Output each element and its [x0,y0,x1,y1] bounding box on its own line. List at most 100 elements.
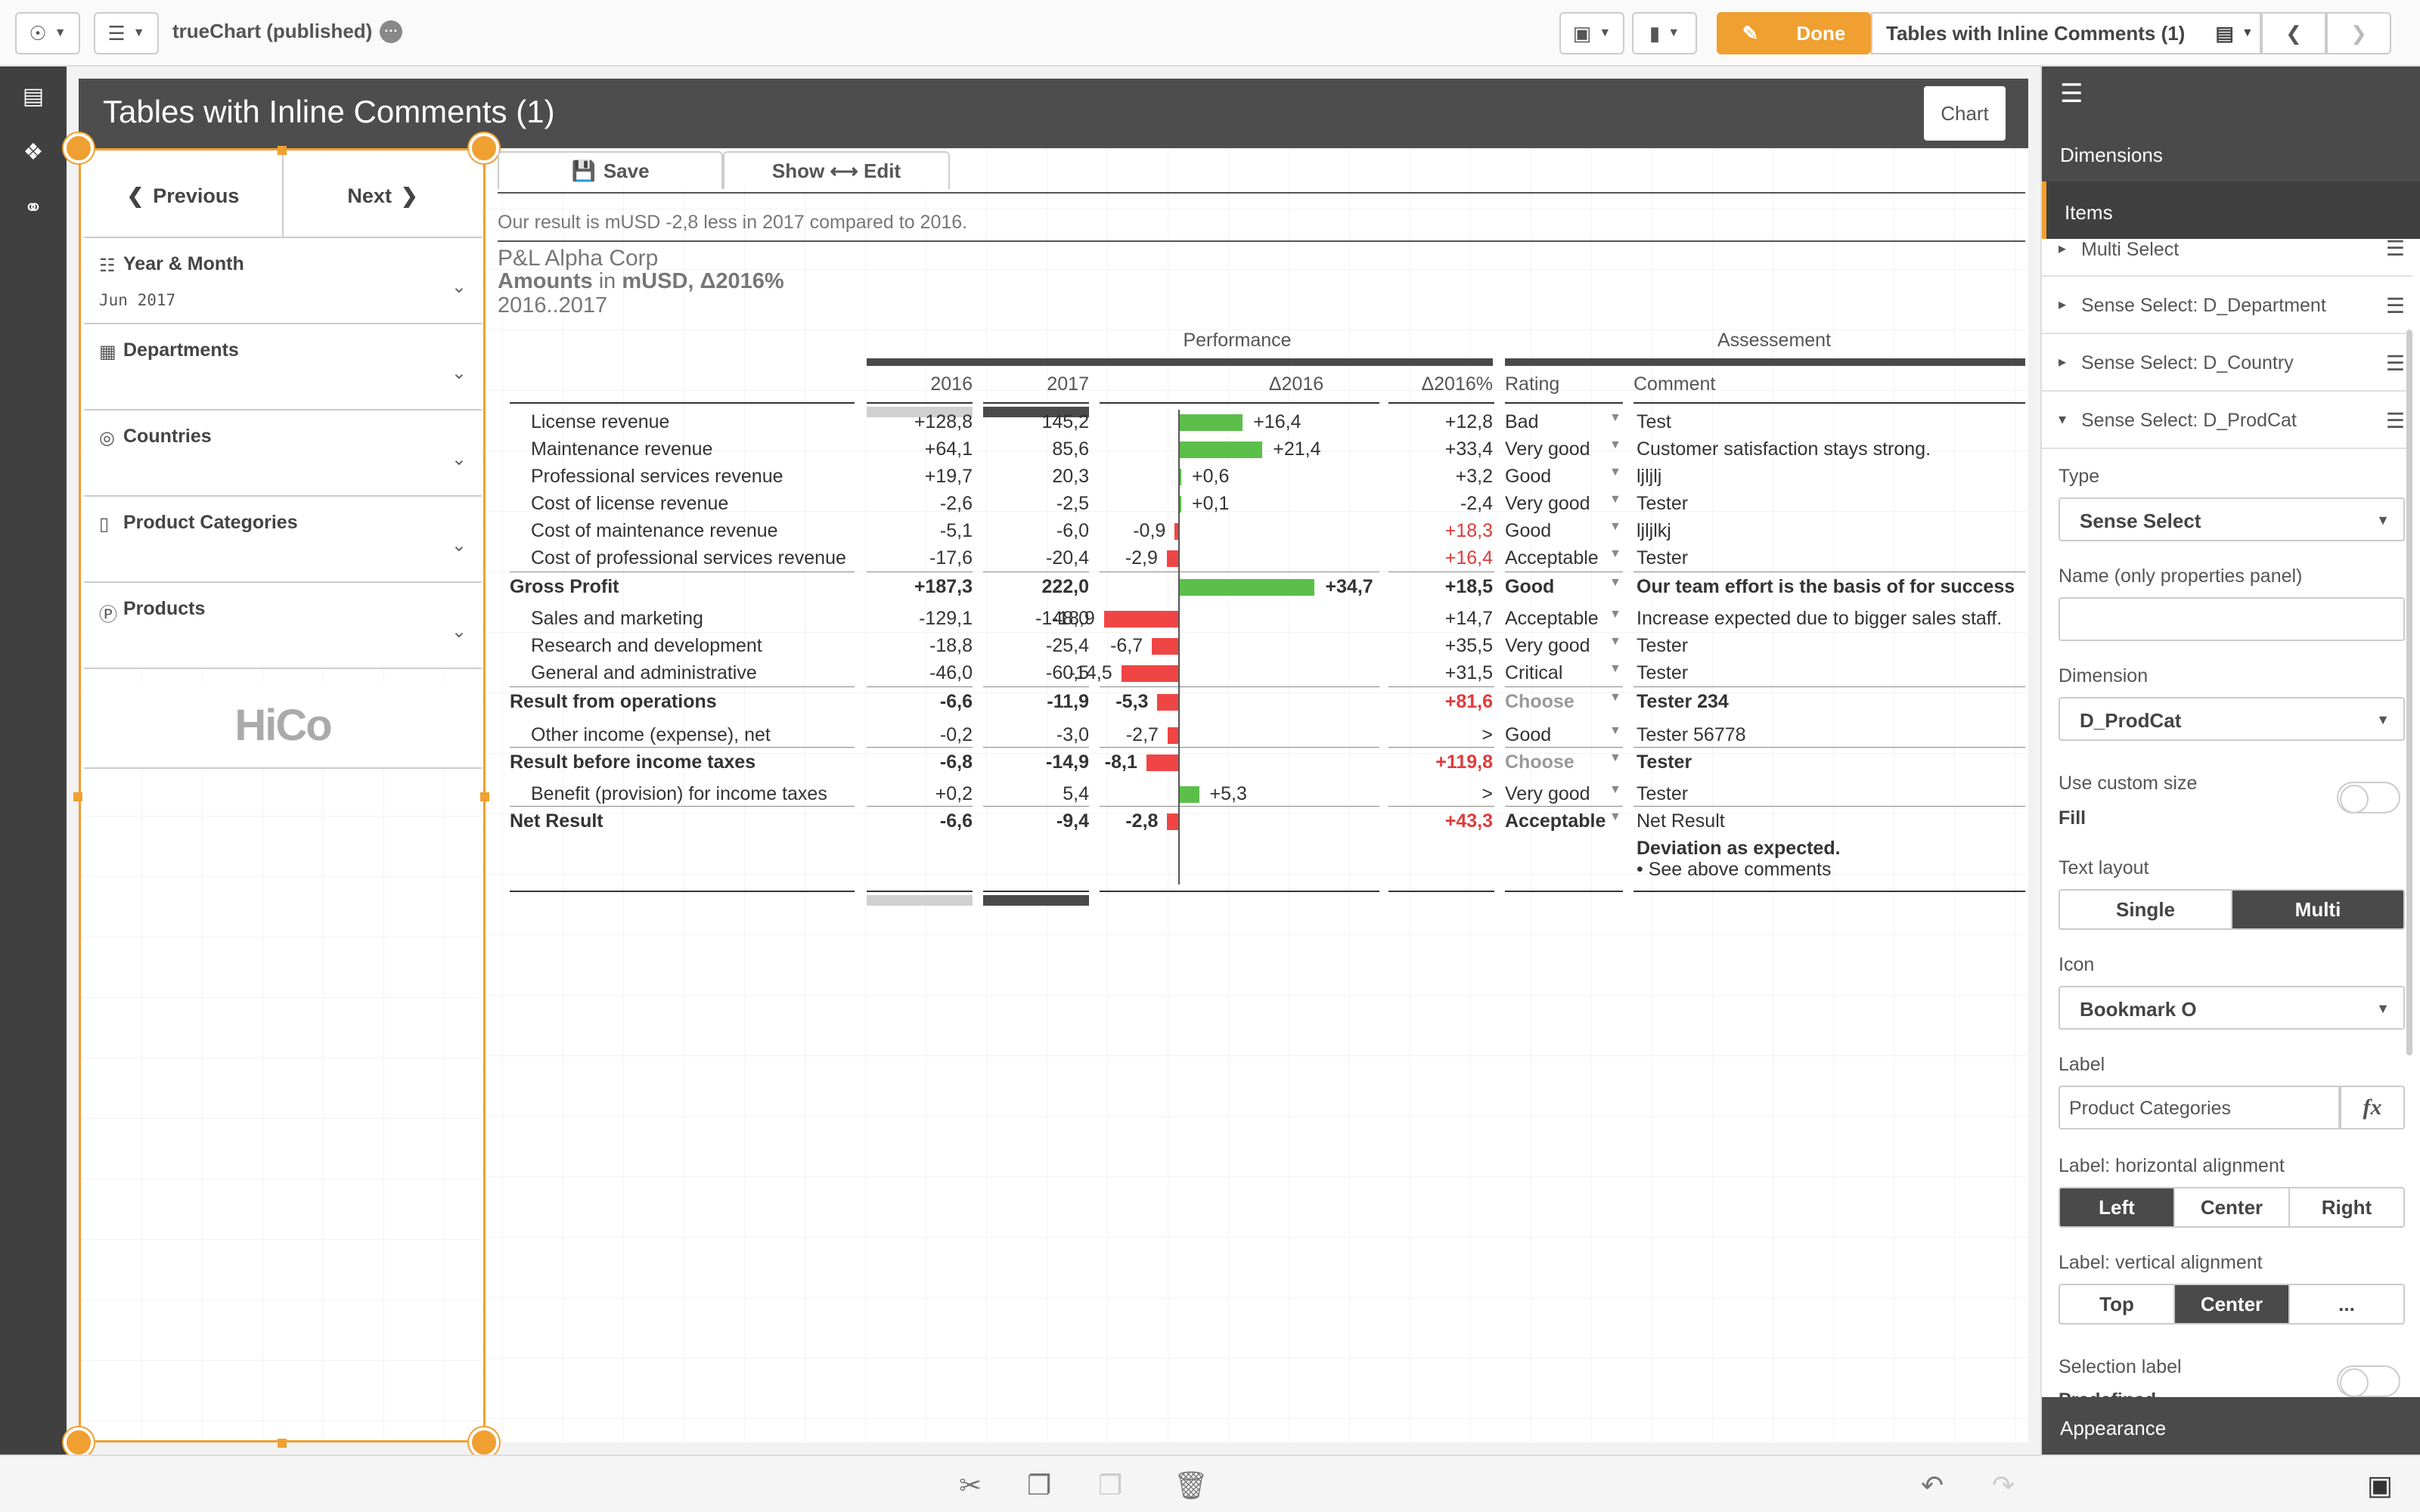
dimension-select[interactable]: D_ProdCat ▼ [2059,697,2405,741]
resize-handle[interactable] [469,1427,499,1458]
appearance-section[interactable]: Appearance [2042,1397,2420,1455]
cut-icon[interactable]: ✂ [959,1470,982,1501]
truechart-table[interactable]: 💾 Save Show ⟷ Edit Our result is mUSD -2,… [496,148,2027,1442]
cell-rating[interactable]: Good [1505,575,1554,599]
cell-comment[interactable]: Tester [1637,750,1692,774]
copy-icon[interactable]: ❐ [1027,1470,1051,1501]
resize-handle[interactable] [73,792,82,801]
dropdown-caret-icon[interactable]: ▼ [1609,691,1621,705]
cell-rating[interactable]: Good [1505,464,1551,488]
sheet-selector[interactable]: Tables with Inline Comments (1) ▤ ▼ [1871,12,2261,54]
cell-comment[interactable]: Customer satisfaction stays strong. [1637,437,1931,461]
dropdown-caret-icon[interactable]: ▼ [1609,751,1621,765]
link-icon[interactable]: ⚭ [17,195,50,228]
cell-rating[interactable]: Choose [1505,689,1575,714]
hamburger-icon[interactable]: ☰ [2060,79,2083,109]
valign-more[interactable]: ... [2288,1285,2403,1323]
cell-rating[interactable]: Bad [1505,410,1538,434]
panel-scrollbar[interactable] [2406,330,2412,1055]
undo-icon[interactable]: ↶ [1921,1470,1944,1501]
filter-products[interactable]: Ⓟ Products ⌄ [84,583,482,669]
resize-handle[interactable] [469,133,499,163]
cell-comment[interactable]: Tester [1637,634,1688,658]
done-button[interactable]: ✎ Done [1717,12,1871,54]
cell-rating[interactable]: Acceptable [1505,809,1606,833]
cell-comment[interactable]: Tester 56778 [1637,723,1746,747]
filter-departments[interactable]: ▦ Departments ⌄ [84,324,482,411]
halign-left[interactable]: Left [2060,1188,2173,1226]
save-button[interactable]: 💾 Save [498,151,723,189]
cell-rating[interactable]: Good [1505,519,1551,543]
cell-comment[interactable]: Test [1637,410,1671,434]
cell-comment[interactable]: Tester [1637,491,1688,516]
story-button[interactable]: ▣ ▼ [1559,12,1624,54]
drag-handle-icon[interactable]: ☰ [2386,351,2405,376]
resize-handle[interactable] [64,133,94,163]
tab-items[interactable]: Items [2042,181,2420,239]
redo-icon[interactable]: ↷ [1992,1470,2015,1501]
halign-center[interactable]: Center [2173,1188,2288,1226]
valign-center[interactable]: Center [2173,1285,2288,1323]
label-input[interactable]: Product Categories [2059,1086,2340,1129]
dropdown-caret-icon[interactable]: ▼ [1609,608,1621,621]
next-sheet-button[interactable]: ❯ [2326,12,2391,54]
filter-product-categories[interactable]: ▯ Product Categories ⌄ [84,497,482,583]
type-select[interactable]: Sense Select ▼ [2059,497,2405,541]
selection-label-toggle[interactable] [2337,1365,2400,1397]
item-multi-select[interactable]: ▸ Multi Select ☰ [2042,237,2412,277]
valign-top[interactable]: Top [2060,1285,2173,1323]
more-icon[interactable]: ··· [380,20,403,43]
dropdown-caret-icon[interactable]: ▼ [1609,724,1621,738]
icon-select[interactable]: Bookmark O ▼ [2059,986,2405,1030]
custom-size-toggle[interactable] [2337,782,2400,813]
dropdown-caret-icon[interactable]: ▼ [1609,466,1621,479]
previous-sheet-button[interactable]: ❮ [2261,12,2326,54]
extensions-icon[interactable]: ❖ [17,139,50,172]
cell-comment[interactable]: Tester 234 [1637,689,1729,714]
cell-comment[interactable]: Net Result [1637,809,1725,833]
resize-handle[interactable] [278,146,287,155]
cell-comment[interactable]: Our team effort is the basis of for succ… [1637,575,2015,599]
drag-handle-icon[interactable]: ☰ [2386,408,2405,433]
dropdown-caret-icon[interactable]: ▼ [1609,547,1621,561]
dropdown-caret-icon[interactable]: ▼ [1609,635,1621,649]
cell-rating[interactable]: Very good [1505,634,1590,658]
dropdown-caret-icon[interactable]: ▼ [1609,438,1621,452]
cell-rating[interactable]: Very good [1505,782,1590,806]
item-sense-select-prodcat[interactable]: ▾ Sense Select: D_ProdCat ☰ [2042,392,2412,449]
cell-comment[interactable]: ljljlj [1637,464,1661,488]
dropdown-caret-icon[interactable]: ▼ [1609,411,1621,425]
cell-rating[interactable]: Very good [1505,437,1590,461]
item-sense-select-country[interactable]: ▸ Sense Select: D_Country ☰ [2042,334,2412,392]
cell-rating[interactable]: Choose [1505,750,1575,774]
cell-rating[interactable]: Very good [1505,491,1590,516]
text-layout-single[interactable]: Single [2060,891,2231,928]
item-sense-select-department[interactable]: ▸ Sense Select: D_Department ☰ [2042,277,2412,334]
cell-rating[interactable]: Critical [1505,661,1562,685]
panel-toggle-icon[interactable]: ▣ [2367,1470,2393,1501]
show-edit-button[interactable]: Show ⟷ Edit [723,151,950,189]
tab-dimensions[interactable]: Dimensions [2042,124,2420,181]
cell-rating[interactable]: Good [1505,723,1551,747]
previous-button[interactable]: ❮ Previous [84,155,282,237]
global-menu-button[interactable]: ☰ ▼ [94,12,159,54]
delete-icon[interactable]: 🗑 [1174,1470,1208,1501]
halign-right[interactable]: Right [2288,1188,2403,1226]
charts-icon[interactable]: ▤ [17,83,50,116]
resize-handle[interactable] [480,792,489,801]
expression-button[interactable]: fx [2340,1086,2405,1129]
name-input[interactable] [2059,597,2405,641]
dropdown-caret-icon[interactable]: ▼ [1609,520,1621,534]
cell-rating[interactable]: Acceptable [1505,546,1599,570]
filter-panel[interactable]: ❮ Previous Next ❯ ☷ Year & Month Jun 2017 … [79,148,486,1442]
cell-comment[interactable]: Increase expected due to bigger sales st… [1637,606,2002,631]
resize-handle[interactable] [278,1439,287,1448]
dropdown-caret-icon[interactable]: ▼ [1609,493,1621,507]
cell-comment[interactable]: Tester [1637,782,1688,806]
filter-countries[interactable]: ◎ Countries ⌄ [84,411,482,497]
dropdown-caret-icon[interactable]: ▼ [1609,810,1621,824]
cell-rating[interactable]: Acceptable [1505,606,1599,631]
drag-handle-icon[interactable]: ☰ [2386,293,2405,318]
dropdown-caret-icon[interactable]: ▼ [1609,662,1621,676]
filter-year-month[interactable]: ☷ Year & Month Jun 2017 ⌄ [84,238,482,324]
